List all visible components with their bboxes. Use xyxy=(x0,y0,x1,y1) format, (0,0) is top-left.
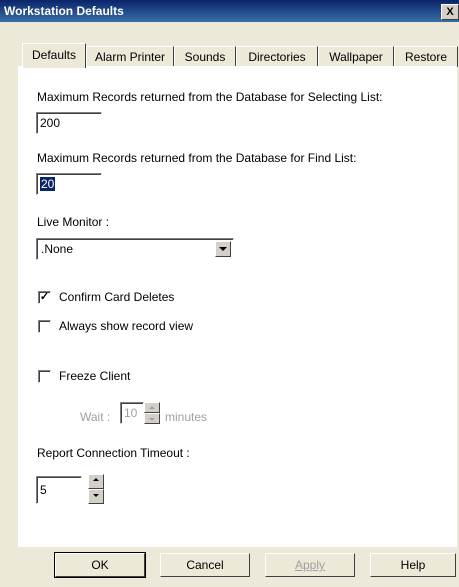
spin-down-icon[interactable] xyxy=(144,413,160,424)
ok-button[interactable]: OK xyxy=(54,552,146,578)
help-button[interactable]: Help xyxy=(370,553,456,577)
tab-defaults[interactable]: Defaults xyxy=(22,43,86,68)
confirm-card-deletes-label: Confirm Card Deletes xyxy=(59,290,175,304)
report-timeout-spinner[interactable] xyxy=(88,474,104,504)
defaults-tab-panel xyxy=(18,66,457,547)
close-button[interactable]: X xyxy=(441,4,459,20)
max-selecting-label: Maximum Records returned from the Databa… xyxy=(37,90,383,104)
confirm-card-deletes-checkbox[interactable]: ✓ xyxy=(38,291,51,304)
spin-up-icon[interactable] xyxy=(144,402,160,413)
tab-wallpaper[interactable]: Wallpaper xyxy=(318,46,394,67)
report-timeout-input[interactable]: 5 xyxy=(36,476,82,504)
tab-alarm-printer[interactable]: Alarm Printer xyxy=(86,46,174,67)
minutes-label: minutes xyxy=(165,410,208,424)
title-bar[interactable]: Workstation Defaults X xyxy=(0,0,459,22)
wait-input[interactable]: 10 xyxy=(120,402,144,424)
window-title: Workstation Defaults xyxy=(4,4,124,18)
cancel-button[interactable]: Cancel xyxy=(160,553,250,577)
max-find-label: Maximum Records returned from the Databa… xyxy=(37,151,357,165)
tab-restore[interactable]: Restore xyxy=(394,46,458,67)
spin-up-icon[interactable] xyxy=(88,474,104,489)
live-monitor-label: Live Monitor : xyxy=(37,215,110,229)
always-show-record-view-checkbox[interactable] xyxy=(38,320,51,333)
chevron-down-icon[interactable] xyxy=(215,241,231,257)
tab-sounds[interactable]: Sounds xyxy=(174,46,236,67)
wait-label: Wait : xyxy=(80,410,111,424)
wait-value: 10 xyxy=(124,406,138,420)
report-timeout-label: Report Connection Timeout : xyxy=(37,446,190,460)
max-selecting-input[interactable]: 200 xyxy=(36,112,102,134)
freeze-client-label: Freeze Client xyxy=(59,369,131,383)
wait-spinner[interactable] xyxy=(144,402,160,424)
max-find-input[interactable]: 20 xyxy=(36,173,102,195)
always-show-record-view-label: Always show record view xyxy=(59,319,194,333)
apply-button[interactable]: Apply xyxy=(265,553,355,577)
spin-down-icon[interactable] xyxy=(88,489,104,504)
freeze-client-checkbox[interactable] xyxy=(38,370,51,383)
apply-button-label: Apply xyxy=(294,558,326,572)
report-timeout-value: 5 xyxy=(40,483,47,497)
live-monitor-value: .None xyxy=(41,242,74,256)
dialog-window: Workstation Defaults X Defaults Alarm Pr… xyxy=(0,0,459,587)
tab-directories[interactable]: Directories xyxy=(236,46,318,67)
max-find-value: 20 xyxy=(40,177,56,191)
max-selecting-value: 200 xyxy=(40,116,61,130)
live-monitor-dropdown[interactable]: .None xyxy=(36,238,234,260)
